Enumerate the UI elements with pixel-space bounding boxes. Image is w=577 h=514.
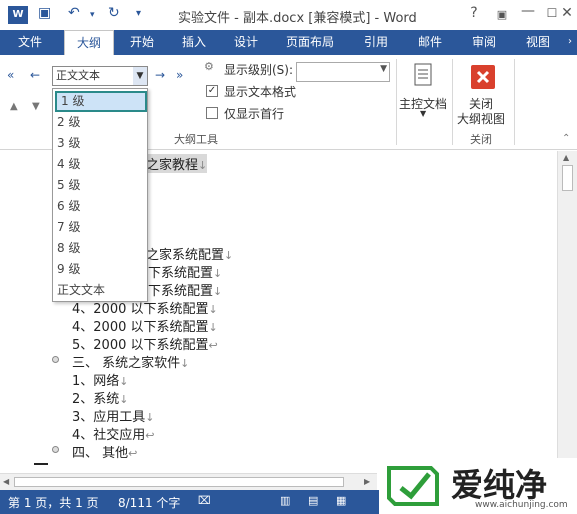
outline-line: 1、网络↓ — [72, 374, 129, 389]
tabs-scroll-icon[interactable]: › — [563, 30, 577, 55]
demote-to-body-icon[interactable]: » — [176, 68, 183, 82]
dropdown-item-level-3[interactable]: 3 级 — [53, 133, 147, 154]
outline-line: 2、系统↓ — [72, 392, 129, 407]
show-text-format-label: 显示文本格式 — [224, 85, 297, 99]
close-label-line2: 大纲视图 — [457, 112, 506, 126]
close-button[interactable]: ✕ — [558, 5, 576, 21]
hscroll-thumb[interactable] — [14, 477, 344, 487]
outline-line: 下系统配置↓ — [148, 266, 223, 281]
outline-line: 三、 系统之家软件↓ — [72, 356, 190, 371]
outline-line: 5、2000 以下系统配置↩ — [72, 338, 218, 353]
dropdown-item-level-2[interactable]: 2 级 — [53, 112, 147, 133]
word-logo-icon: W — [8, 6, 28, 24]
promote-to-heading1-icon[interactable]: « — [7, 68, 14, 82]
scroll-left-icon[interactable]: ◀ — [3, 477, 9, 486]
ribbon-separator — [396, 59, 397, 145]
ribbon-display-icon[interactable]: ▣ — [490, 8, 514, 21]
dropdown-item-level-4[interactable]: 4 级 — [53, 154, 147, 175]
redo-icon[interactable]: ↻ — [108, 5, 120, 21]
dropdown-item-level-1[interactable]: 1 级 — [55, 91, 147, 112]
scroll-up-icon[interactable]: ▲ — [563, 153, 569, 162]
close-outline-view-button[interactable]: 关闭 大纲视图 — [455, 59, 511, 126]
master-document-icon — [414, 63, 432, 86]
tab-insert[interactable]: 插入 — [170, 30, 218, 55]
tab-view[interactable]: 视图 — [514, 30, 562, 55]
ribbon-separator — [452, 59, 453, 145]
show-level-label: 显示级别(S): — [224, 63, 294, 77]
tab-references[interactable]: 引用 — [352, 30, 400, 55]
outline-line: 四、 其他↩ — [72, 446, 138, 461]
horizontal-scrollbar[interactable]: ◀ ▶ — [0, 473, 377, 490]
chevron-down-icon: ▼ — [380, 64, 387, 74]
outline-line: 之家教程↓ — [146, 154, 208, 173]
master-document-button[interactable]: 主控文档 ▼ — [398, 59, 448, 121]
ribbon-separator — [514, 59, 515, 145]
page-count[interactable]: 第 1 页，共 1 页 — [8, 494, 99, 511]
dropdown-item-level-8[interactable]: 8 级 — [53, 238, 147, 259]
watermark: 爱纯净 www.aichunjing.com — [379, 458, 577, 514]
scroll-thumb[interactable] — [562, 165, 573, 191]
group-label-close: 关闭 — [470, 133, 492, 146]
scroll-right-icon[interactable]: ▶ — [364, 477, 370, 486]
outline-line: 下系统配置↓ — [148, 284, 223, 299]
read-mode-icon[interactable]: ▥ — [280, 494, 290, 507]
title-bar: W ▣ ↶ ▾ ↻ ▾ 实验文件 - 副本.docx [兼容模式] - Word… — [0, 0, 577, 30]
proofing-icon[interactable]: ⌧ — [198, 494, 211, 507]
outline-level-dropdown: 1 级 2 级 3 级 4 级 5 级 6 级 7 级 8 级 9 级 正文文本 — [52, 88, 148, 302]
show-first-line-label: 仅显示首行 — [224, 107, 285, 121]
chevron-down-icon[interactable]: ▼ — [133, 67, 147, 85]
dropdown-item-level-7[interactable]: 7 级 — [53, 217, 147, 238]
outline-line: 3、应用工具↓ — [72, 410, 155, 425]
tab-outline[interactable]: 大纲 — [64, 30, 114, 55]
tab-review[interactable]: 审阅 — [460, 30, 508, 55]
vertical-scrollbar[interactable]: ▲ — [557, 151, 577, 473]
demote-icon[interactable]: → — [155, 68, 165, 82]
window-title: 实验文件 - 副本.docx [兼容模式] - Word — [178, 11, 417, 26]
save-icon[interactable]: ▣ — [38, 5, 51, 21]
outline-bullet-icon[interactable] — [52, 356, 59, 363]
dropdown-item-level-9[interactable]: 9 级 — [53, 259, 147, 280]
outline-line: 4、2000 以下系统配置↓ — [72, 320, 218, 335]
dropdown-item-body-text[interactable]: 正文文本 — [53, 280, 147, 301]
dropdown-item-level-5[interactable]: 5 级 — [53, 175, 147, 196]
outline-bullet-icon[interactable] — [52, 446, 59, 453]
move-up-icon[interactable]: ▲ — [10, 101, 18, 112]
minimize-button[interactable]: — — [516, 3, 540, 19]
tab-file[interactable]: 文件 — [0, 30, 60, 55]
watermark-url: www.aichunjing.com — [475, 500, 568, 510]
show-text-format-checkbox[interactable]: ✓ — [206, 85, 218, 97]
ribbon-tabs: 文件 大纲 开始 插入 设计 页面布局 引用 邮件 审阅 视图 › — [0, 30, 577, 55]
show-level-icon: ⚙ — [204, 60, 214, 73]
undo-icon[interactable]: ↶ — [68, 5, 80, 21]
text-cursor — [34, 463, 48, 465]
show-level-select[interactable]: ▼ — [296, 62, 390, 82]
help-button[interactable]: ? — [462, 5, 486, 21]
tab-mailings[interactable]: 邮件 — [406, 30, 454, 55]
move-down-icon[interactable]: ▼ — [32, 101, 40, 112]
chevron-down-icon: ▼ — [420, 109, 427, 118]
web-layout-icon[interactable]: ▦ — [336, 494, 346, 507]
tab-page-layout[interactable]: 页面布局 — [278, 30, 342, 55]
undo-dropdown-icon[interactable]: ▾ — [90, 10, 95, 20]
outline-line: 4、社交应用↩ — [72, 428, 155, 443]
group-label-outline-tools: 大纲工具 — [174, 133, 218, 146]
outline-level-combo[interactable]: 正文文本 ▼ — [52, 66, 148, 86]
tab-design[interactable]: 设计 — [222, 30, 270, 55]
customize-quick-access-icon[interactable]: ▾ — [136, 8, 141, 19]
promote-icon[interactable]: ← — [30, 68, 40, 82]
word-count[interactable]: 8/111 个字 — [118, 494, 180, 511]
dropdown-item-level-6[interactable]: 6 级 — [53, 196, 147, 217]
collapse-ribbon-icon[interactable]: ⌃ — [562, 133, 570, 144]
print-layout-icon[interactable]: ▤ — [308, 494, 318, 507]
close-x-icon — [471, 65, 495, 89]
show-first-line-checkbox[interactable] — [206, 107, 218, 119]
outline-level-value: 正文文本 — [56, 69, 100, 82]
watermark-logo-icon — [387, 466, 439, 506]
outline-line: 之家系统配置↓ — [146, 248, 234, 263]
tab-home[interactable]: 开始 — [118, 30, 166, 55]
